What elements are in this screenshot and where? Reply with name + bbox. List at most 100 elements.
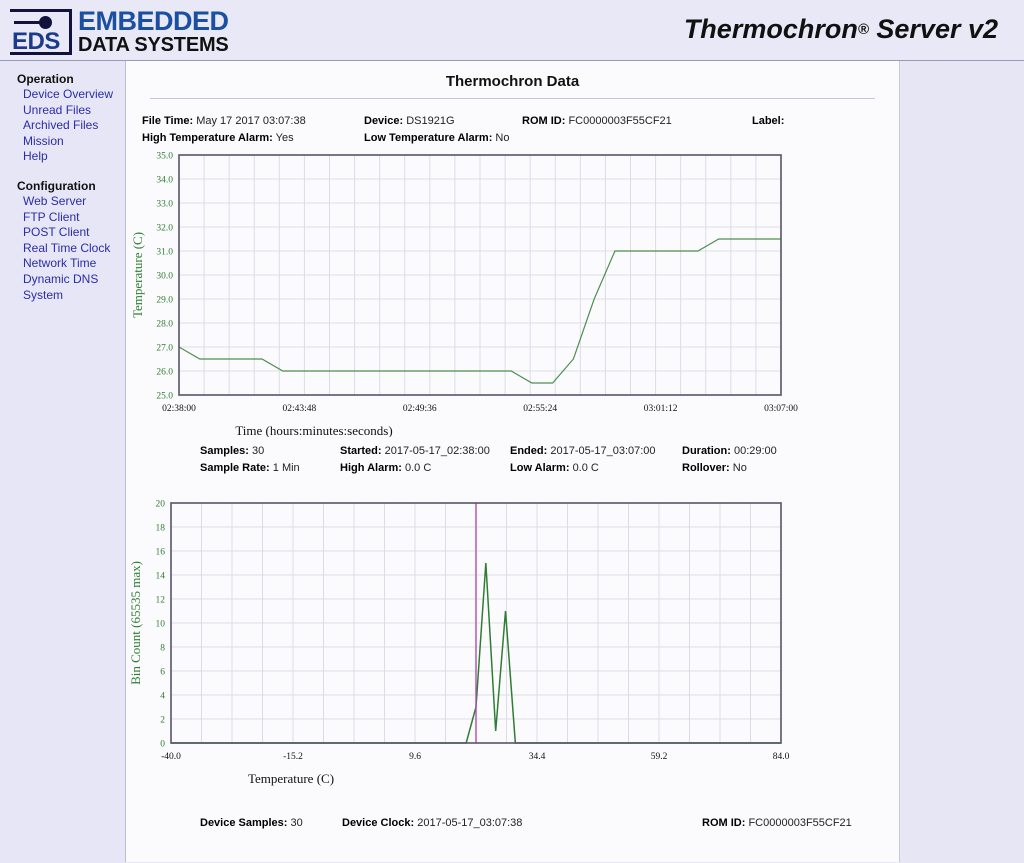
app-header: EDS EMBEDDED DATA SYSTEMS Thermochron® S… <box>0 0 1024 61</box>
y-axis-tick-label: 6 <box>160 668 165 678</box>
high-temp-alarm-field: High Temperature Alarm: Yes <box>142 130 364 147</box>
high-alarm-label: High Alarm: <box>340 462 402 474</box>
device-samples-field: Device Samples: 30 <box>200 815 342 832</box>
y-axis-tick-label: 32.0 <box>156 224 173 234</box>
rom-id-field: ROM ID: FC0000003F55CF21 <box>522 113 752 130</box>
y-axis-tick-label: 18 <box>156 524 166 534</box>
file-meta-row-2: High Temperature Alarm: Yes Low Temperat… <box>142 130 883 147</box>
x-axis-tick-label: -40.0 <box>161 752 181 762</box>
y-axis-tick-label: 10 <box>156 620 166 630</box>
y-axis-tick-label: 29.0 <box>156 296 173 306</box>
page-layout: Operation Device Overview Unread Files A… <box>0 61 1024 862</box>
nav-group-title-configuration: Configuration <box>17 178 96 193</box>
y-axis-tick-label: 14 <box>156 572 166 582</box>
high-temp-alarm-label: High Temperature Alarm: <box>142 132 273 144</box>
y-axis-tick-label: 16 <box>156 548 166 558</box>
label-label: Label: <box>752 115 785 127</box>
y-axis-title: Temperature (C) <box>130 232 145 318</box>
sidebar-item-help[interactable]: Help <box>23 149 125 165</box>
app-title: Thermochron® Server v2 <box>684 14 998 45</box>
y-axis-tick-label: 34.0 <box>156 176 173 186</box>
rom-id-value: FC0000003F55CF21 <box>568 115 672 127</box>
rollover-field: Rollover: No <box>682 460 747 477</box>
device-samples-value: 30 <box>290 817 303 829</box>
sidebar-item-system[interactable]: System <box>23 288 125 304</box>
sidebar-item-web-server[interactable]: Web Server <box>23 194 125 210</box>
x-axis-tick-label: 59.2 <box>651 752 668 762</box>
sidebar-item-device-overview[interactable]: Device Overview <box>23 87 125 103</box>
y-axis-tick-label: 26.0 <box>156 368 173 378</box>
sidebar-item-dynamic-dns[interactable]: Dynamic DNS <box>23 272 125 288</box>
sample-rate-label: Sample Rate: <box>200 462 270 474</box>
ended-field: Ended: 2017-05-17_03:07:00 <box>510 443 682 460</box>
file-time-value: May 17 2017 03:07:38 <box>196 115 306 127</box>
y-axis-title: Bin Count (65535 max) <box>128 561 143 685</box>
y-axis-tick-label: 12 <box>156 596 166 606</box>
file-meta-block: File Time: May 17 2017 03:07:38 Device: … <box>126 113 899 147</box>
device-label: Device: <box>364 115 404 127</box>
file-meta-row-1: File Time: May 17 2017 03:07:38 Device: … <box>142 113 883 130</box>
low-temp-alarm-value: No <box>495 132 510 144</box>
sidebar-item-ftp-client[interactable]: FTP Client <box>23 210 125 226</box>
high-alarm-field: High Alarm: 0.0 C <box>340 460 510 477</box>
eds-logo-mark-icon: EDS <box>10 8 72 55</box>
x-axis-tick-label: 9.6 <box>409 752 421 762</box>
started-label: Started: <box>340 445 382 457</box>
eds-logo: EDS EMBEDDED DATA SYSTEMS <box>10 8 229 55</box>
duration-value: 00:29:00 <box>733 445 777 457</box>
high-alarm-value: 0.0 C <box>405 462 432 474</box>
logo-line-shape <box>14 20 42 24</box>
sidebar-item-archived-files[interactable]: Archived Files <box>23 118 125 134</box>
low-alarm-label: Low Alarm: <box>510 462 570 474</box>
logo-line1: EMBEDDED <box>78 6 229 36</box>
device-meta-row: Device Samples: 30 Device Clock: 2017-05… <box>142 815 883 832</box>
y-axis-tick-label: 27.0 <box>156 344 173 354</box>
y-axis-tick-label: 35.0 <box>156 152 173 162</box>
histogram-chart: 0 2 4 6 8 10 12 14 16 18 20 Bin Count (65535 max) -4… <box>126 495 899 795</box>
x-axis-tick-label: 84.0 <box>773 752 790 762</box>
device-field: Device: DS1921G <box>364 113 522 130</box>
nav-group-configuration: Configuration Web Server FTP Client POST… <box>0 179 125 303</box>
sample-rate-field: Sample Rate: 1 Min <box>200 460 340 477</box>
samples-field: Samples: 30 <box>200 443 340 460</box>
sidebar-item-real-time-clock[interactable]: Real Time Clock <box>23 241 125 257</box>
app-title-main: Thermochron <box>683 14 858 44</box>
label-field: Label: <box>752 113 784 130</box>
mission-meta-block: Samples: 30 Started: 2017-05-17_02:38:00… <box>126 443 899 477</box>
histogram-chart-svg: 0 2 4 6 8 10 12 14 16 18 20 Bin Count (65535 max) -4… <box>128 500 790 787</box>
device-rom-id-value: FC0000003F55CF21 <box>748 817 852 829</box>
duration-field: Duration: 00:29:00 <box>682 443 777 460</box>
sidebar-item-mission[interactable]: Mission <box>23 134 125 150</box>
ended-value: 2017-05-17_03:07:00 <box>550 445 656 457</box>
sidebar-item-unread-files[interactable]: Unread Files <box>23 103 125 119</box>
x-axis-tick-label: 02:43:48 <box>283 404 317 414</box>
high-temp-alarm-value: Yes <box>275 132 294 144</box>
low-alarm-value: 0.0 C <box>572 462 599 474</box>
sidebar-item-network-time[interactable]: Network Time <box>23 256 125 272</box>
y-axis-tick-label: 33.0 <box>156 200 173 210</box>
app-title-tail: Server v2 <box>868 14 998 44</box>
x-axis-tick-label: 02:49:36 <box>403 404 437 414</box>
temperature-chart-svg: 25.0 26.0 27.0 28.0 29.0 30.0 31.0 32.0 33.0 34.0… <box>130 152 798 438</box>
sample-rate-value: 1 Min <box>272 462 300 474</box>
rollover-label: Rollover: <box>682 462 730 474</box>
y-axis-tick-label: 28.0 <box>156 320 173 330</box>
x-axis-tick-label: 02:55:24 <box>523 404 557 414</box>
sidebar-item-post-client[interactable]: POST Client <box>23 225 125 241</box>
started-value: 2017-05-17_02:38:00 <box>384 445 490 457</box>
x-axis-title: Time (hours:minutes:seconds) <box>235 423 392 437</box>
rollover-value: No <box>732 462 747 474</box>
y-axis-tick-label: 8 <box>160 644 165 654</box>
low-temp-alarm-label: Low Temperature Alarm: <box>364 132 493 144</box>
main-content: Thermochron Data File Time: May 17 2017 … <box>126 61 900 862</box>
low-alarm-field: Low Alarm: 0.0 C <box>510 460 682 477</box>
mission-meta-row-1: Samples: 30 Started: 2017-05-17_02:38:00… <box>142 443 883 460</box>
x-axis-title: Temperature (C) <box>248 771 334 786</box>
x-axis-tick-label: 03:01:12 <box>644 404 678 414</box>
device-meta-block: Device Samples: 30 Device Clock: 2017-05… <box>126 815 899 832</box>
x-axis-tick-label: -15.2 <box>283 752 303 762</box>
file-time-field: File Time: May 17 2017 03:07:38 <box>142 113 364 130</box>
temperature-chart: 25.0 26.0 27.0 28.0 29.0 30.0 31.0 32.0 33.0 34.0… <box>126 147 899 438</box>
samples-value: 30 <box>251 445 265 457</box>
title-divider <box>150 98 875 99</box>
